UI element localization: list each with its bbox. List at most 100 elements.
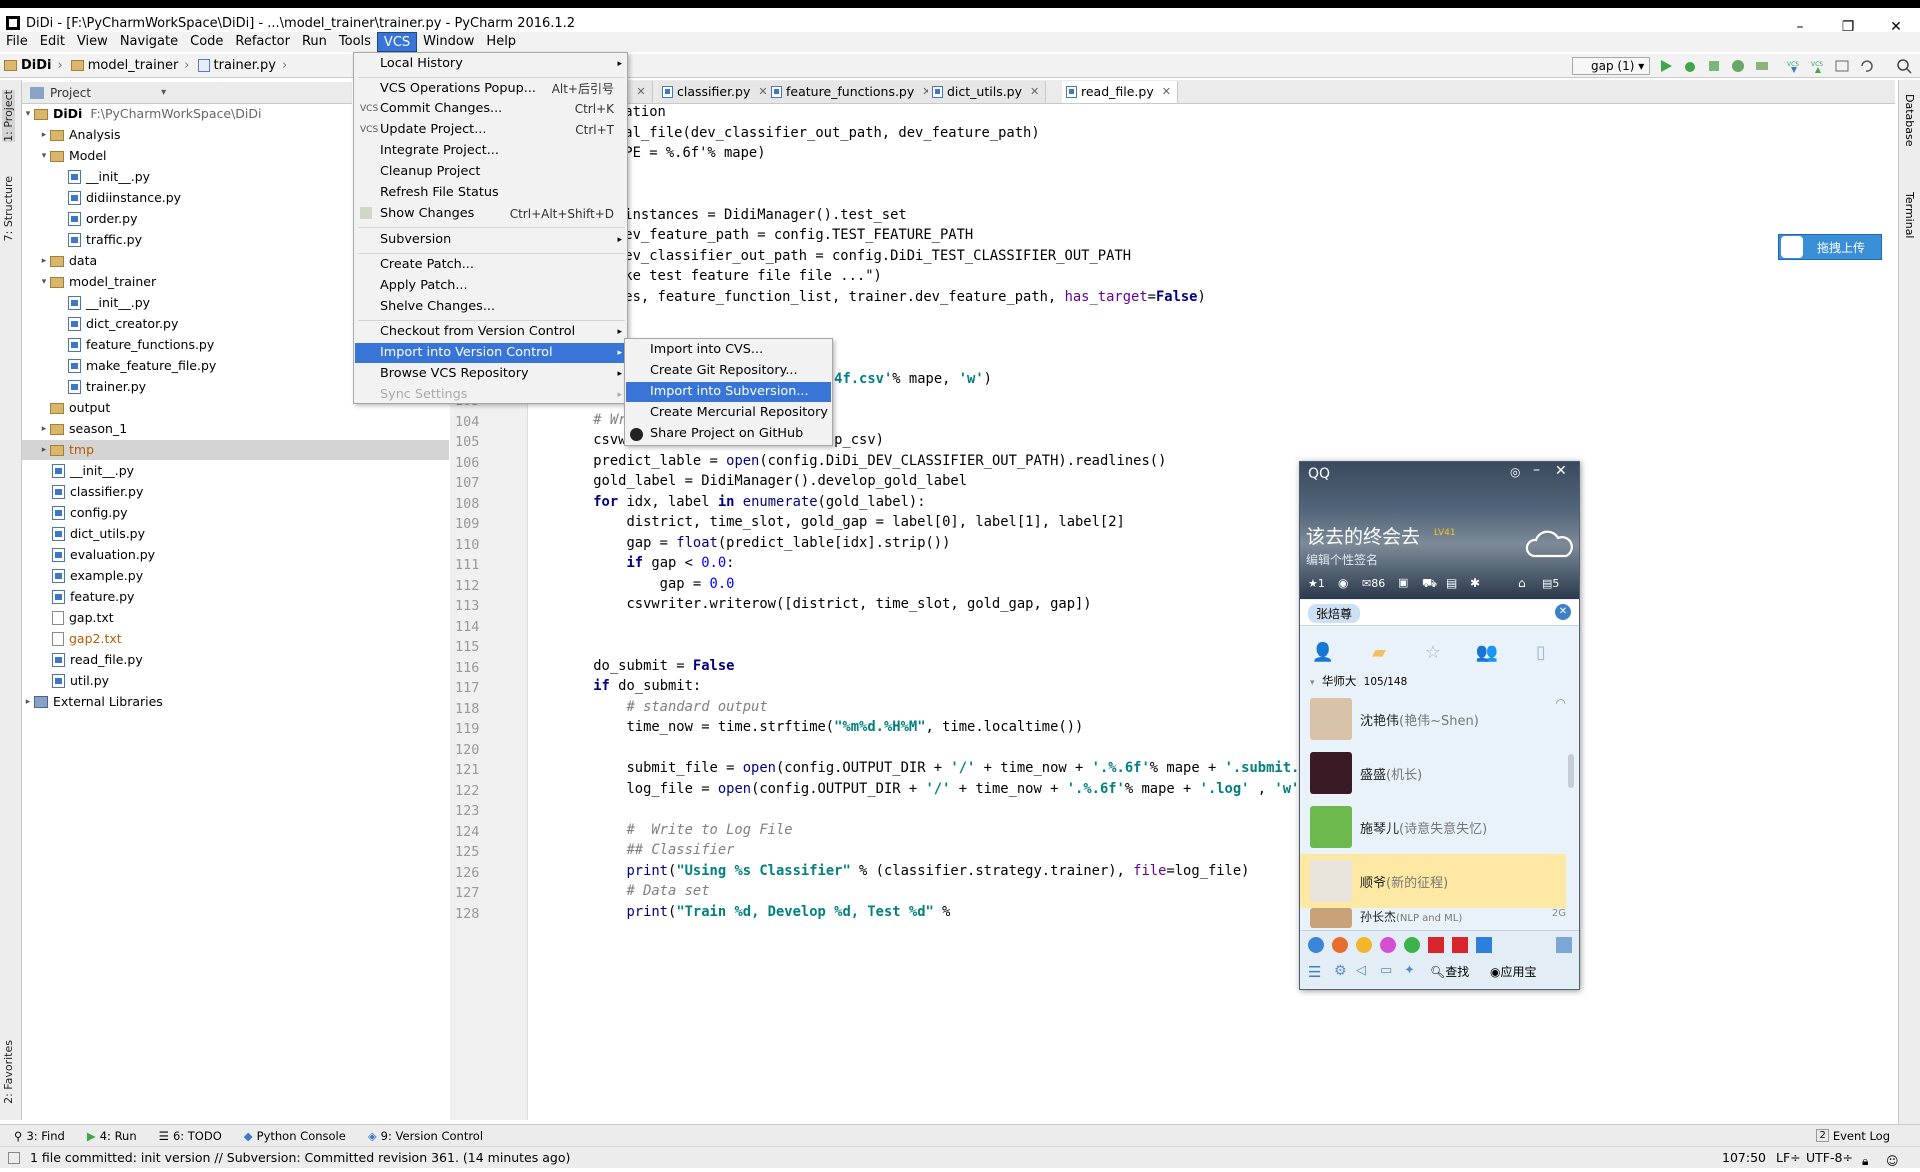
- tree-folder-model[interactable]: ▾ Model: [38, 146, 107, 166]
- tab-favorites-icon[interactable]: ☆: [1418, 638, 1448, 668]
- gift-icon[interactable]: ⌂: [1518, 576, 1526, 590]
- tree-file[interactable]: __init__.py: [68, 167, 150, 187]
- tab-favorites[interactable]: 2: Favorites: [2, 1040, 15, 1104]
- run-icon[interactable]: [1658, 58, 1674, 74]
- toggle-tool-windows-icon[interactable]: [8, 1152, 20, 1164]
- tab-project[interactable]: 1: Project: [2, 90, 15, 142]
- menu-item-integrate[interactable]: Integrate Project...: [355, 141, 626, 161]
- submenu-import-cvs[interactable]: Import into CVS...: [626, 340, 831, 360]
- caret-position[interactable]: 107:50: [1722, 1147, 1766, 1169]
- menu-item-show-changes[interactable]: Show Changes Ctrl+Alt+Shift+D: [355, 204, 626, 224]
- vcs-commit-icon[interactable]: VCS: [1810, 58, 1826, 74]
- app-store-button[interactable]: ◉应用宝: [1490, 963, 1537, 980]
- weather-cloud-icon[interactable]: [1524, 528, 1574, 560]
- breadcrumb-file[interactable]: trainer.py ›: [194, 58, 292, 73]
- message-box-icon[interactable]: ▤5: [1542, 577, 1559, 590]
- friend-item[interactable]: 顺爷(新的征程): [1300, 854, 1566, 908]
- collection-icon[interactable]: ✦: [1404, 963, 1415, 978]
- app-icon[interactable]: [1428, 937, 1444, 953]
- menu-code[interactable]: Code: [184, 32, 229, 52]
- settings-icon[interactable]: ⚙: [1334, 963, 1347, 979]
- friend-group-header[interactable]: ▾ 华师大 105/148: [1300, 670, 1579, 692]
- tab-run[interactable]: ▶ 4: Run: [87, 1129, 137, 1143]
- menu-navigate[interactable]: Navigate: [114, 32, 184, 52]
- qq-nickname[interactable]: 该去的终会去: [1306, 522, 1420, 549]
- menu-item-subversion[interactable]: Subversion ▸: [355, 230, 626, 250]
- app-icon[interactable]: [1332, 937, 1348, 953]
- tab-python-console[interactable]: ◆ Python Console: [244, 1129, 346, 1143]
- code-line[interactable]: time_now = time.strftime("%m%d.%H%M", ti…: [560, 715, 1083, 740]
- volume-icon[interactable]: ◁: [1356, 963, 1366, 978]
- tree-file[interactable]: traffic.py: [68, 230, 142, 250]
- friend-list-scrollbar[interactable]: [1568, 754, 1574, 788]
- signature-field[interactable]: 编辑个性签名: [1306, 551, 1378, 568]
- tab-database[interactable]: Database: [1903, 94, 1916, 147]
- status-message[interactable]: 1 file committed: init version // Subver…: [30, 1147, 570, 1169]
- tab-structure[interactable]: 7: Structure: [2, 176, 15, 241]
- menu-help[interactable]: Help: [480, 32, 522, 52]
- run-config-select[interactable]: gap (1) ▾: [1572, 57, 1650, 75]
- friend-item[interactable]: 施琴儿(诗意失意失忆): [1300, 800, 1566, 854]
- concurrency-icon[interactable]: [1754, 58, 1770, 74]
- status-icon[interactable]: ◉: [1338, 576, 1348, 590]
- file-encoding[interactable]: UTF-8÷: [1806, 1147, 1853, 1169]
- menu-item-commit[interactable]: VCS Commit Changes... Ctrl+K: [355, 99, 626, 119]
- tree-file[interactable]: didiinstance.py: [68, 188, 181, 208]
- app-icon[interactable]: [1404, 937, 1420, 953]
- tab-version-control[interactable]: ◈ 9: Version Control: [368, 1129, 483, 1143]
- app-icon[interactable]: [1308, 937, 1324, 953]
- view-mode-dropdown[interactable]: ▾: [161, 87, 166, 98]
- grid-apps-icon[interactable]: [1556, 937, 1572, 953]
- debug-icon[interactable]: [1682, 58, 1698, 74]
- code-line[interactable]: csvwriter.writerow([district, time_slot,…: [560, 592, 1091, 617]
- app-icon[interactable]: [1380, 937, 1396, 953]
- submenu-import-subversion[interactable]: Import into Subversion...: [626, 382, 831, 402]
- menu-edit[interactable]: Edit: [34, 32, 71, 52]
- shield-icon[interactable]: [1476, 937, 1492, 953]
- editor-tab[interactable]: feature_functions.py ✕: [767, 81, 939, 103]
- app-icon[interactable]: [1356, 937, 1372, 953]
- find-button[interactable]: 🔍︎查找: [1430, 963, 1469, 980]
- qq-close-button[interactable]: ✕: [1555, 463, 1567, 479]
- code-editor[interactable]: uation val_file(dev_classifier_out_path, …: [528, 104, 1892, 1120]
- code-line[interactable]: print("Train %d, Develop %d, Test %d" %: [560, 900, 950, 925]
- breadcrumb-project[interactable]: DiDi ›: [0, 58, 67, 73]
- stars-icon[interactable]: ★1: [1308, 577, 1325, 590]
- editor-tab[interactable]: classifier.py ✕: [658, 81, 775, 103]
- tree-root-didi[interactable]: ▾ DiDi F:\PyCharmWorkSpace\DiDi: [22, 104, 262, 124]
- lock-icon[interactable]: 🔒︎: [1862, 1150, 1868, 1172]
- menu-view[interactable]: View: [71, 32, 114, 52]
- inspector-icon[interactable]: ☺: [1886, 1150, 1899, 1172]
- shop-icon[interactable]: ⛟: [1422, 576, 1437, 592]
- main-menu-icon[interactable]: ☰: [1308, 963, 1321, 981]
- friend-item[interactable]: 盛盛(机长): [1300, 746, 1566, 800]
- menu-item-vcs-operations[interactable]: VCS Operations Popup... Alt+后引号: [355, 79, 626, 99]
- jd-icon[interactable]: [1452, 937, 1468, 953]
- qq-search-input[interactable]: 张焙尊: [1308, 604, 1361, 623]
- menu-item-import-vcs[interactable]: Import into Version Control ▸: [355, 343, 626, 363]
- menu-window[interactable]: Window: [417, 32, 480, 52]
- search-everywhere-icon[interactable]: [1896, 58, 1912, 74]
- tab-todo[interactable]: ☰ 6: TODO: [159, 1129, 222, 1143]
- code-line[interactable]: APE = %.6f'% mape): [616, 141, 766, 166]
- tab-terminal[interactable]: Terminal: [1903, 192, 1916, 239]
- menu-item-local-history[interactable]: Local History ▸: [355, 54, 626, 74]
- tab-devices-icon[interactable]: ▯: [1526, 638, 1556, 668]
- tab-event-log[interactable]: 2 Event Log: [1816, 1129, 1890, 1143]
- menu-item-refresh[interactable]: Refresh File Status: [355, 183, 626, 203]
- mail-icon[interactable]: ✉86: [1362, 577, 1385, 590]
- tree-folder-data[interactable]: ▸ data: [38, 251, 97, 271]
- coverage-icon[interactable]: [1706, 58, 1722, 74]
- qzone-icon[interactable]: ▣: [1398, 576, 1408, 589]
- tree-folder-model-trainer[interactable]: ▾ model_trainer: [38, 272, 156, 292]
- tab-chats-icon[interactable]: ▰: [1364, 638, 1394, 668]
- friend-item[interactable]: 孙长杰(NLP and ML) 2G: [1300, 908, 1566, 928]
- friend-item[interactable]: 沈艳伟(艳伟~Shen) ◠: [1300, 692, 1566, 746]
- skin-icon[interactable]: ◎: [1510, 465, 1520, 479]
- menu-item-apply-patch[interactable]: Apply Patch...: [355, 276, 626, 296]
- tree-file[interactable]: order.py: [68, 209, 138, 229]
- menu-refactor[interactable]: Refactor: [229, 32, 296, 52]
- qq-minimize-button[interactable]: –: [1533, 462, 1540, 478]
- folder-icon[interactable]: ▭: [1380, 963, 1392, 978]
- submenu-share-github[interactable]: Share Project on GitHub: [626, 424, 831, 444]
